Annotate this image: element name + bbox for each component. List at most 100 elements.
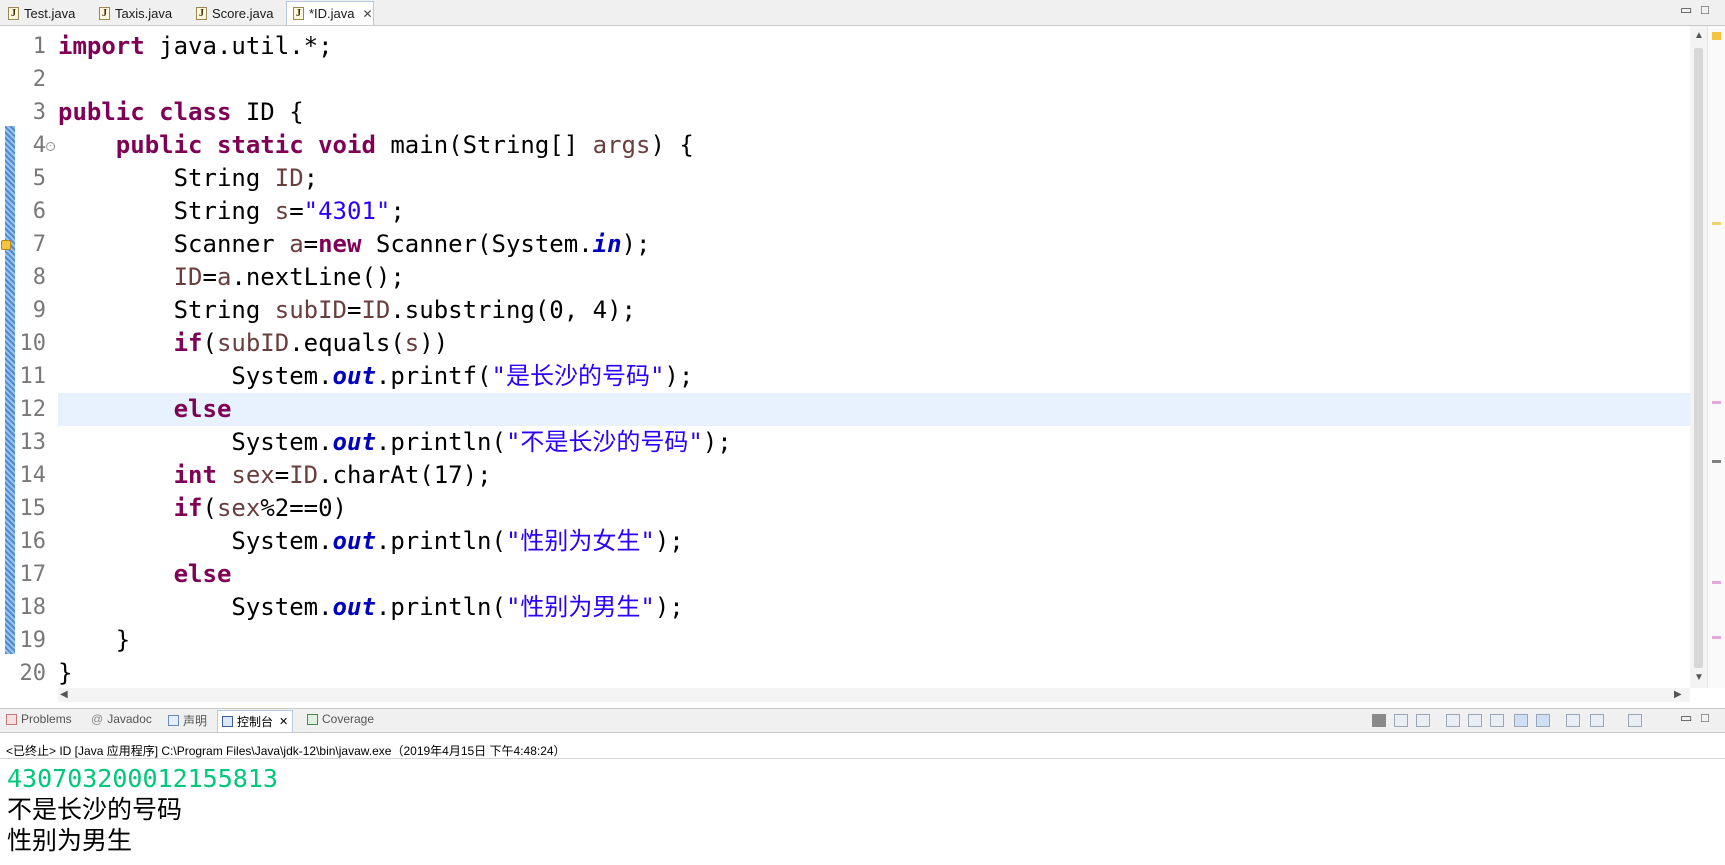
tab-console[interactable]: 控制台 ✕ (217, 710, 294, 732)
code-line[interactable]: 20} (0, 657, 1690, 690)
code-text: else (173, 395, 232, 423)
code-text: String s="4301"; (58, 197, 405, 225)
console-icon (222, 716, 233, 727)
code-line[interactable]: 9 String subID=ID.substring(0, 4); (0, 294, 1690, 327)
console-output-line: 430703200012155813 (7, 764, 278, 793)
pin-console-icon[interactable] (1566, 714, 1580, 727)
code-text: System.out.println("性别为男生"); (58, 593, 684, 621)
code-area[interactable]: 1 import java.util.*; 2 3 public class ID { 4… (0, 26, 1690, 687)
fold-toggle-icon[interactable]: - (46, 142, 55, 151)
remove-launch-icon[interactable] (1394, 714, 1408, 727)
code-line[interactable]: 5 String ID; (0, 162, 1690, 195)
code-text: else (173, 560, 232, 588)
warning-icon[interactable] (1, 240, 11, 250)
code-line[interactable]: 11 System.out.printf("是长沙的号码"); (0, 360, 1690, 393)
warning-summary-icon[interactable] (1712, 32, 1721, 40)
code-line[interactable]: 10 if(subID.equals(s)) (0, 327, 1690, 360)
code-line[interactable]: 3 public class ID { (0, 96, 1690, 129)
scroll-lock-icon[interactable] (1468, 714, 1482, 727)
code-line[interactable]: 17 else (0, 558, 1690, 591)
console-tab-bar: Problems @ Javadoc 声明 控制台 ✕ Coverage ▭ □ (0, 708, 1725, 733)
tab-coverage[interactable]: Coverage (307, 712, 374, 726)
line-number: 9 (32, 298, 46, 323)
at-sign-icon: @ (91, 712, 104, 726)
scroll-left-icon[interactable]: ◀ (60, 689, 68, 700)
vertical-scroll-thumb[interactable] (1694, 48, 1703, 668)
line-number: 18 (19, 595, 47, 620)
code-text: System.out.println("不是长沙的号码"); (58, 428, 732, 456)
code-line[interactable]: 16 System.out.println("性别为女生"); (0, 525, 1690, 558)
scroll-down-icon[interactable]: ▼ (1694, 672, 1704, 683)
line-number: 15 (19, 496, 47, 521)
code-line[interactable]: 2 (0, 63, 1690, 96)
display-console-icon[interactable] (1590, 714, 1604, 727)
code-line[interactable]: 8 ID=a.nextLine(); (0, 261, 1690, 294)
close-tab-icon[interactable]: ✕ (279, 715, 288, 728)
occurrence-marker[interactable] (1712, 401, 1721, 404)
tab-label: Score.java (212, 5, 274, 21)
current-line-marker[interactable] (1712, 460, 1721, 463)
code-text: } (58, 659, 73, 687)
code-text: import java.util.*; (58, 32, 333, 60)
console-launch-description: <已终止> ID [Java 应用程序] C:\Program Files\Ja… (6, 744, 566, 758)
code-line[interactable]: 18 System.out.println("性别为男生"); (0, 591, 1690, 624)
tab-test-java[interactable]: J Test.java (2, 2, 92, 24)
maximize-editor-icon[interactable]: □ (1701, 2, 1709, 17)
line-number: 8 (32, 265, 46, 290)
open-console-icon[interactable] (1628, 714, 1642, 727)
tab-label: Test.java (24, 5, 76, 21)
tab-id-java[interactable]: J *ID.java ✕ (286, 1, 374, 25)
occurrence-marker[interactable] (1712, 636, 1721, 639)
tab-declaration[interactable]: 声明 (168, 712, 207, 729)
tab-score-java[interactable]: J Score.java (190, 2, 285, 24)
show-on-stderr-icon[interactable] (1536, 714, 1550, 727)
line-number: 6 (32, 199, 46, 224)
code-text: ID=a.nextLine(); (173, 263, 405, 291)
editor-tab-bar: J Test.java J Taxis.java J Score.java J … (0, 0, 1725, 26)
scroll-up-icon[interactable]: ▲ (1694, 30, 1704, 41)
code-line[interactable]: 7 Scanner a=new Scanner(System.in); (0, 228, 1690, 261)
maximize-view-icon[interactable]: □ (1701, 710, 1709, 725)
line-number: 3 (32, 100, 46, 125)
warning-marker[interactable] (1712, 222, 1721, 225)
occurrence-marker[interactable] (1712, 581, 1721, 584)
code-line[interactable]: 14 int sex=ID.charAt(17); (0, 459, 1690, 492)
console-output-line: 不是长沙的号码 (7, 795, 183, 824)
horizontal-scrollbar[interactable]: ◀ ▶ (58, 688, 1690, 702)
line-number: 12 (19, 397, 47, 422)
tab-taxis-java[interactable]: J Taxis.java (93, 2, 189, 24)
close-tab-icon[interactable]: ✕ (363, 7, 373, 21)
scroll-right-icon[interactable]: ▶ (1674, 689, 1682, 700)
clear-console-icon[interactable] (1446, 714, 1460, 727)
tab-label: *ID.java (309, 6, 355, 21)
code-line[interactable]: 1 import java.util.*; (0, 30, 1690, 63)
code-text: System.out.println("性别为女生"); (58, 527, 684, 555)
code-line[interactable]: 19 } (0, 624, 1690, 657)
line-number: 17 (19, 562, 47, 587)
code-editor[interactable]: 1 import java.util.*; 2 3 public class ID { 4… (0, 26, 1725, 702)
remove-all-terminated-icon[interactable] (1416, 714, 1430, 727)
code-line[interactable]: 15 if(sex%2==0) (0, 492, 1690, 525)
tab-javadoc[interactable]: @ Javadoc (91, 712, 152, 726)
tab-problems[interactable]: Problems (6, 712, 72, 726)
code-text: } (58, 626, 131, 654)
line-number: 14 (19, 463, 47, 488)
code-text: String subID=ID.substring(0, 4); (58, 296, 636, 324)
code-line[interactable]: 12 else (0, 393, 1690, 426)
minimize-editor-icon[interactable]: ▭ (1680, 2, 1692, 18)
code-line[interactable]: 6 String s="4301"; (0, 195, 1690, 228)
word-wrap-icon[interactable] (1490, 714, 1504, 727)
code-text: public static void main(String[] args) { (115, 131, 694, 159)
terminate-icon[interactable] (1372, 714, 1386, 727)
show-on-stdout-icon[interactable] (1514, 714, 1528, 727)
line-number: 1 (32, 34, 46, 59)
problems-icon (6, 713, 17, 725)
line-number: 10 (19, 331, 47, 356)
code-line[interactable]: 13 System.out.println("不是长沙的号码"); (0, 426, 1690, 459)
overview-ruler[interactable] (1707, 26, 1725, 688)
console-output-area[interactable]: 430703200012155813 不是长沙的号码 性别为男生 (0, 758, 1725, 865)
line-number: 4 (32, 133, 46, 158)
code-text: public class ID { (58, 98, 304, 126)
code-line[interactable]: 4- public static void main(String[] args… (0, 129, 1690, 162)
minimize-view-icon[interactable]: ▭ (1680, 710, 1692, 726)
